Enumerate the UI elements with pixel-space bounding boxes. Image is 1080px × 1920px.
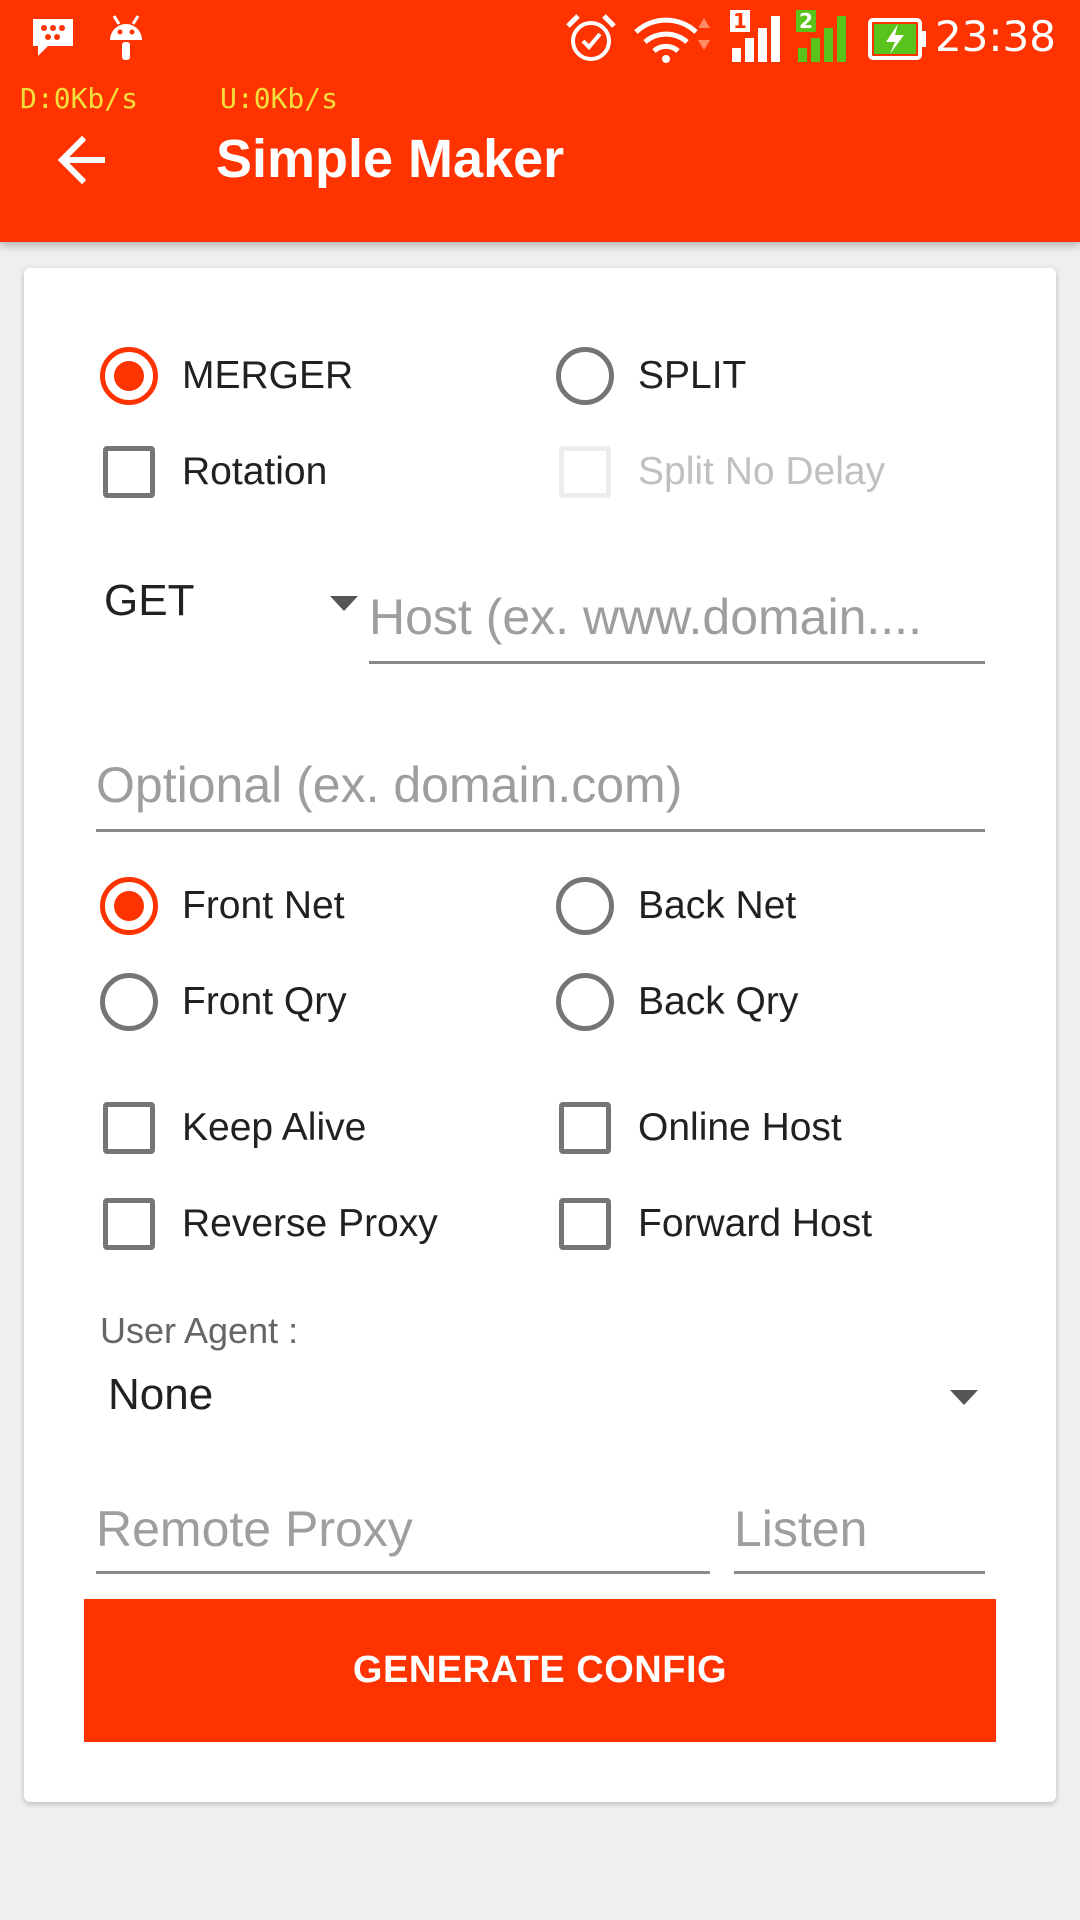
reverse-proxy-checkbox-option[interactable]: Reverse Proxy — [100, 1184, 438, 1264]
split-no-delay-checkbox-option: Split No Delay — [556, 432, 885, 512]
sim2-label: 2 — [796, 10, 816, 32]
alarm-icon — [566, 14, 616, 61]
rotation-checkbox-option[interactable]: Rotation — [100, 432, 327, 512]
merger-radio-option[interactable]: MERGER — [100, 336, 353, 416]
status-time: 23:38 — [934, 12, 1056, 61]
back-qry-label: Back Qry — [638, 980, 799, 1023]
forward-host-checkbox-option[interactable]: Forward Host — [556, 1184, 872, 1264]
method-selected: GET — [104, 576, 195, 625]
host-input[interactable]: Host (ex. www.domain.... — [369, 574, 985, 664]
forward-host-checkbox[interactable] — [559, 1198, 611, 1250]
online-host-checkbox-option[interactable]: Online Host — [556, 1088, 842, 1168]
android-icon — [110, 15, 142, 60]
keep-alive-checkbox[interactable] — [103, 1102, 155, 1154]
download-speed: D:0Kb/s — [20, 82, 139, 115]
generate-config-button[interactable]: GENERATE CONFIG — [84, 1599, 996, 1742]
signal-sim2-icon: 2 — [796, 10, 856, 66]
wifi-icon — [634, 17, 710, 63]
keep-alive-label: Keep Alive — [182, 1106, 367, 1149]
listen-port-input[interactable]: Listen — [734, 1494, 985, 1574]
front-qry-radio[interactable] — [100, 973, 158, 1031]
back-arrow-icon[interactable] — [52, 128, 122, 192]
page-title: Simple Maker — [216, 129, 565, 189]
rotation-label: Rotation — [182, 450, 328, 493]
upload-speed: U:0Kb/s — [220, 82, 339, 115]
front-qry-radio-option[interactable]: Front Qry — [100, 962, 347, 1042]
split-radio-option[interactable]: SPLIT — [556, 336, 746, 416]
status-bar: 1 2 23:38 — [0, 0, 1080, 78]
split-no-delay-label: Split No Delay — [638, 450, 886, 493]
online-host-label: Online Host — [638, 1106, 842, 1149]
front-net-radio[interactable] — [100, 877, 158, 935]
reverse-proxy-checkbox[interactable] — [103, 1198, 155, 1250]
method-dropdown-caret-icon — [330, 596, 358, 611]
forward-host-label: Forward Host — [638, 1202, 873, 1245]
split-no-delay-checkbox — [559, 446, 611, 498]
user-agent-selected: None — [108, 1370, 214, 1419]
merger-radio[interactable] — [100, 347, 158, 405]
app-bar: 1 2 23:38 D:0Kb/s U:0Kb/s Simple Maker — [0, 0, 1080, 242]
back-net-radio[interactable] — [556, 877, 614, 935]
split-label: SPLIT — [638, 354, 747, 397]
back-net-radio-option[interactable]: Back Net — [556, 866, 796, 946]
bbm-icon — [33, 19, 73, 56]
split-radio[interactable] — [556, 347, 614, 405]
merger-label: MERGER — [182, 354, 354, 397]
front-net-label: Front Net — [182, 884, 345, 927]
reverse-proxy-label: Reverse Proxy — [182, 1202, 438, 1245]
back-qry-radio[interactable] — [556, 973, 614, 1031]
back-net-label: Back Net — [638, 884, 797, 927]
front-net-radio-option[interactable]: Front Net — [100, 866, 345, 946]
sim1-label: 1 — [730, 10, 750, 32]
signal-sim1-icon: 1 — [730, 10, 790, 66]
user-agent-spinner[interactable]: None — [108, 1360, 1008, 1436]
user-agent-dropdown-caret-icon — [950, 1390, 978, 1405]
back-qry-radio-option[interactable]: Back Qry — [556, 962, 798, 1042]
online-host-checkbox[interactable] — [559, 1102, 611, 1154]
config-card: MERGER SPLIT Rotation Split No Delay GET… — [24, 268, 1056, 1802]
rotation-checkbox[interactable] — [103, 446, 155, 498]
optional-host-input[interactable]: Optional (ex. domain.com) — [96, 748, 985, 832]
battery-charging-icon — [868, 18, 926, 60]
method-spinner[interactable]: GET — [104, 568, 374, 648]
front-qry-label: Front Qry — [182, 980, 347, 1023]
user-agent-label: User Agent : — [100, 1310, 299, 1351]
remote-proxy-input[interactable]: Remote Proxy — [96, 1494, 710, 1574]
keep-alive-checkbox-option[interactable]: Keep Alive — [100, 1088, 366, 1168]
